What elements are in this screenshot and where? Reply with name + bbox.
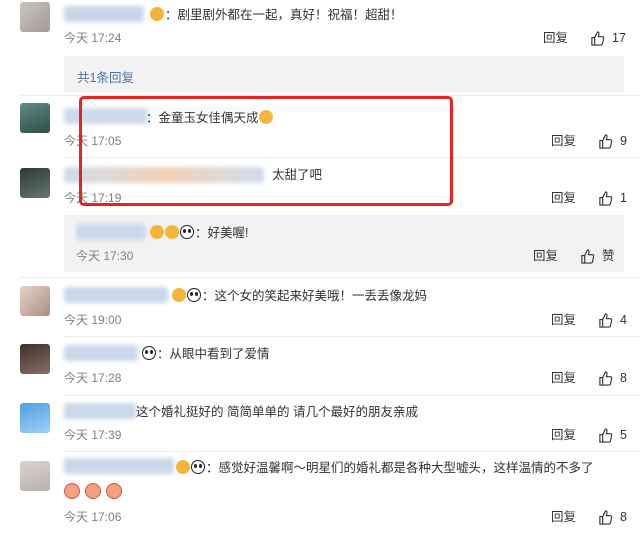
avatar[interactable] [20,168,50,198]
thumbs-up-icon [599,370,613,386]
avatar[interactable] [20,2,50,32]
like-count: 5 [620,428,627,442]
comment-text: ：从眼中看到了爱情 [142,346,270,362]
thumbs-up-icon [581,248,595,264]
view-replies-link[interactable]: 共1条回复 [77,67,134,86]
emoji-icon [150,7,164,21]
subreply-time: 今天 17:30 [76,249,134,263]
avatar[interactable] [20,286,50,316]
reply-button[interactable]: 回复 [551,427,576,443]
like-count: 1 [620,191,627,205]
highlight-box [79,96,453,206]
like-button[interactable]: 4 [598,312,627,328]
thumbs-up-icon [599,427,613,443]
thumbs-up-icon [591,30,605,46]
divider [64,395,640,396]
like-count: 8 [620,510,627,524]
username-blurred[interactable] [64,287,168,303]
like-button[interactable]: 5 [598,427,627,443]
comment-time: 今天 17:28 [64,371,122,385]
comment-time: 今天 17:24 [64,31,122,45]
like-count: 8 [620,371,627,385]
panda-emoji-icon [191,460,205,474]
like-button[interactable]: 9 [598,133,627,149]
comment-time: 今天 19:00 [64,313,122,327]
comment-time: 今天 17:06 [64,510,122,524]
thumbs-up-icon [599,190,613,206]
username-blurred[interactable] [64,403,136,419]
like-button[interactable]: 1 [598,190,627,206]
like-count: 4 [620,313,627,327]
thumbs-up-icon [599,133,613,149]
panda-emoji-icon [187,288,201,302]
username-blurred[interactable] [64,345,138,361]
comment-text: ：这个女的笑起来好美哦！一丢丢像龙妈 [172,288,427,304]
reply-thread-box [64,56,624,92]
thumbs-up-icon [599,312,613,328]
avatar[interactable] [20,344,50,374]
comment-text: ：剧里剧外都在一起，真好！祝福！超甜！ [150,7,403,23]
like-button[interactable]: 8 [598,370,627,386]
divider [20,277,640,278]
comment-time: 今天 17:39 [64,428,122,442]
like-count: 9 [620,134,627,148]
panda-emoji-icon [180,225,194,239]
comment-text: ：感觉好温馨啊～明星们的婚礼都是各种大型嘘头，这样温情的不多了 [176,460,594,476]
comment-text: 这个婚礼挺好的 简简单单的 请几个最好的朋友亲戚 [136,405,418,419]
like-count: 17 [612,31,626,45]
crying-emoji-icon [106,483,122,499]
avatar[interactable] [20,403,50,433]
reply-button[interactable]: 回复 [551,312,576,328]
like-button[interactable]: 8 [598,509,627,525]
emoji-icon [172,288,186,302]
avatar[interactable] [20,103,50,133]
subreply-text: ：好美喔! [150,225,248,241]
panda-emoji-icon [142,346,156,360]
username-blurred[interactable] [64,458,174,474]
username-blurred[interactable] [64,6,144,22]
crying-emoji-icon [85,483,101,499]
reply-button[interactable]: 回复 [551,509,576,525]
emoji-icon [150,225,164,239]
like-button[interactable]: 赞 [580,248,615,264]
crying-emoji-icon [64,483,80,499]
like-button[interactable]: 17 [590,30,626,46]
reply-button[interactable]: 回复 [543,30,568,46]
reply-button[interactable]: 回复 [551,190,576,206]
emoji-icon [165,225,179,239]
reply-button[interactable]: 回复 [533,248,558,264]
avatar[interactable] [20,461,50,491]
thumbs-up-icon [599,509,613,525]
like-label: 赞 [602,249,615,263]
divider [64,451,640,452]
emoji-row [64,483,123,499]
username-blurred[interactable] [76,224,146,240]
reply-button[interactable]: 回复 [551,370,576,386]
reply-button[interactable]: 回复 [551,133,576,149]
emoji-icon [176,460,190,474]
divider [64,336,640,337]
